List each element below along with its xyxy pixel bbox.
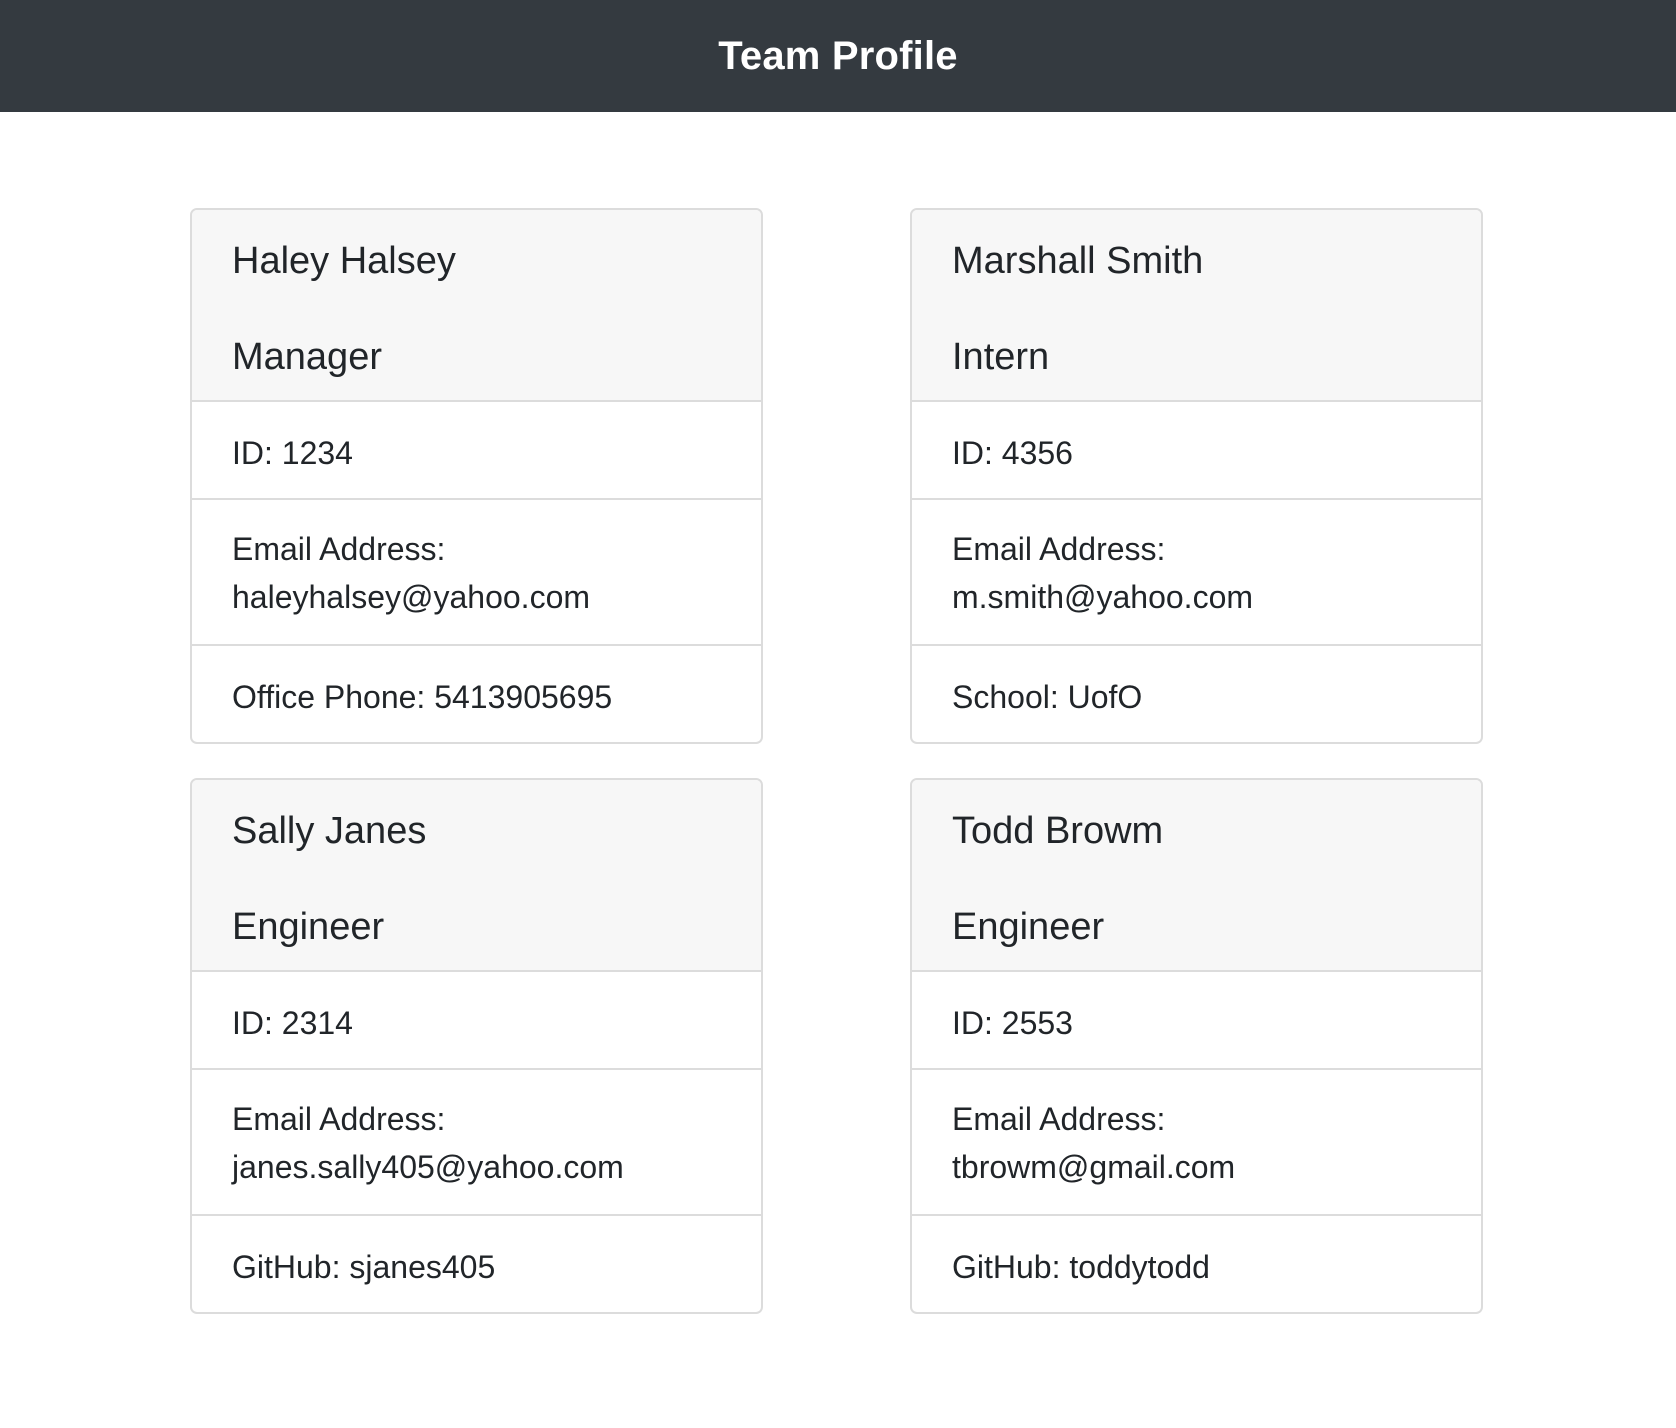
employee-name: Haley Halsey <box>232 240 456 282</box>
employee-email-item: Email Address: janes.sally405@yahoo.com <box>192 1070 761 1216</box>
employee-card: Sally Janes Engineer ID: 2314 Email Addr… <box>190 778 763 1314</box>
email-label: Email Address: <box>952 1101 1166 1137</box>
email-value: janes.sally405@yahoo.com <box>232 1149 624 1185</box>
employee-extra-item: GitHub: toddytodd <box>912 1216 1481 1312</box>
github: GitHub: toddytodd <box>952 1249 1210 1285</box>
github: GitHub: sjanes405 <box>232 1249 496 1285</box>
employee-role: Engineer <box>952 906 1105 948</box>
email-value: tbrowm@gmail.com <box>952 1149 1236 1185</box>
email-label: Email Address: <box>232 1101 446 1137</box>
card-header: Marshall Smith Intern <box>912 210 1481 402</box>
employee-extra-item: Office Phone: 5413905695 <box>192 646 761 742</box>
employee-email-item: Email Address: haleyhalsey@yahoo.com <box>192 500 761 646</box>
employee-role: Manager <box>232 336 382 378</box>
employee-role: Engineer <box>232 906 385 948</box>
email-value: m.smith@yahoo.com <box>952 579 1254 615</box>
employee-card: Marshall Smith Intern ID: 4356 Email Add… <box>910 208 1483 744</box>
office-phone: Office Phone: 5413905695 <box>232 679 613 715</box>
employee-id-item: ID: 2314 <box>192 972 761 1070</box>
employee-id: ID: 2553 <box>952 1005 1073 1041</box>
school: School: UofO <box>952 679 1143 715</box>
page-title: Team Profile <box>718 34 958 78</box>
email-label: Email Address: <box>952 531 1166 567</box>
card-header: Sally Janes Engineer <box>192 780 761 972</box>
employee-id-item: ID: 2553 <box>912 972 1481 1070</box>
employee-extra-item: GitHub: sjanes405 <box>192 1216 761 1312</box>
email-value: haleyhalsey@yahoo.com <box>232 579 591 615</box>
employee-email-item: Email Address: m.smith@yahoo.com <box>912 500 1481 646</box>
employee-id-item: ID: 4356 <box>912 402 1481 500</box>
employee-role: Intern <box>952 336 1050 378</box>
employee-email-item: Email Address: tbrowm@gmail.com <box>912 1070 1481 1216</box>
card-header: Haley Halsey Manager <box>192 210 761 402</box>
employee-id: ID: 4356 <box>952 435 1073 471</box>
employee-name: Marshall Smith <box>952 240 1204 282</box>
employee-name: Sally Janes <box>232 810 427 852</box>
navbar: Team Profile <box>0 0 1676 112</box>
employee-id: ID: 1234 <box>232 435 353 471</box>
employee-id: ID: 2314 <box>232 1005 353 1041</box>
employee-extra-item: School: UofO <box>912 646 1481 742</box>
employee-name: Todd Browm <box>952 810 1164 852</box>
employee-card: Haley Halsey Manager ID: 1234 Email Addr… <box>190 208 763 744</box>
card-header: Todd Browm Engineer <box>912 780 1481 972</box>
email-label: Email Address: <box>232 531 446 567</box>
employee-id-item: ID: 1234 <box>192 402 761 500</box>
employee-card: Todd Browm Engineer ID: 2553 Email Addre… <box>910 778 1483 1314</box>
